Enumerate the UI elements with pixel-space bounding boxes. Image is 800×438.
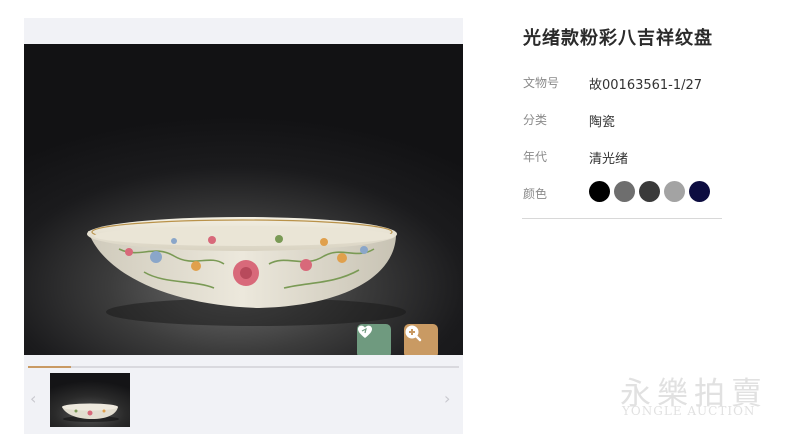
era-value: 清光绪 xyxy=(589,152,629,167)
divider xyxy=(522,218,722,219)
heart-icon xyxy=(358,325,372,338)
favorite-button[interactable] xyxy=(357,324,391,355)
era-label: 年代 xyxy=(523,150,548,164)
watermark-english: YONGLE AUCTION xyxy=(622,404,756,418)
thumbnail-strip: ‹ › xyxy=(24,362,463,434)
category-label: 分类 xyxy=(523,113,548,127)
color-swatches xyxy=(589,181,710,202)
color-swatch-3[interactable] xyxy=(639,181,660,202)
progress-fill xyxy=(28,366,72,368)
color-swatch-1[interactable] xyxy=(589,181,610,202)
color-label: 颜色 xyxy=(523,187,548,201)
thumbnail-image[interactable] xyxy=(50,373,130,427)
zoom-in-icon xyxy=(405,325,422,342)
id-label: 文物号 xyxy=(523,76,560,90)
artifact-photo[interactable] xyxy=(24,44,463,355)
artifact-title: 光绪款粉彩八吉祥纹盘 xyxy=(523,28,713,49)
prev-arrow-icon[interactable]: ‹ xyxy=(30,391,36,407)
progress-track xyxy=(28,366,459,368)
porcelain-plate-image xyxy=(87,217,406,326)
color-swatch-4[interactable] xyxy=(664,181,685,202)
id-value: 故00163561-1/27 xyxy=(589,78,703,93)
image-viewer xyxy=(24,18,463,362)
next-arrow-icon[interactable]: › xyxy=(444,391,450,407)
category-value: 陶瓷 xyxy=(589,115,616,130)
color-swatch-5[interactable] xyxy=(689,181,710,202)
color-swatch-2[interactable] xyxy=(614,181,635,202)
thumbnail-plate-image xyxy=(62,403,119,422)
zoom-button[interactable] xyxy=(404,324,438,355)
